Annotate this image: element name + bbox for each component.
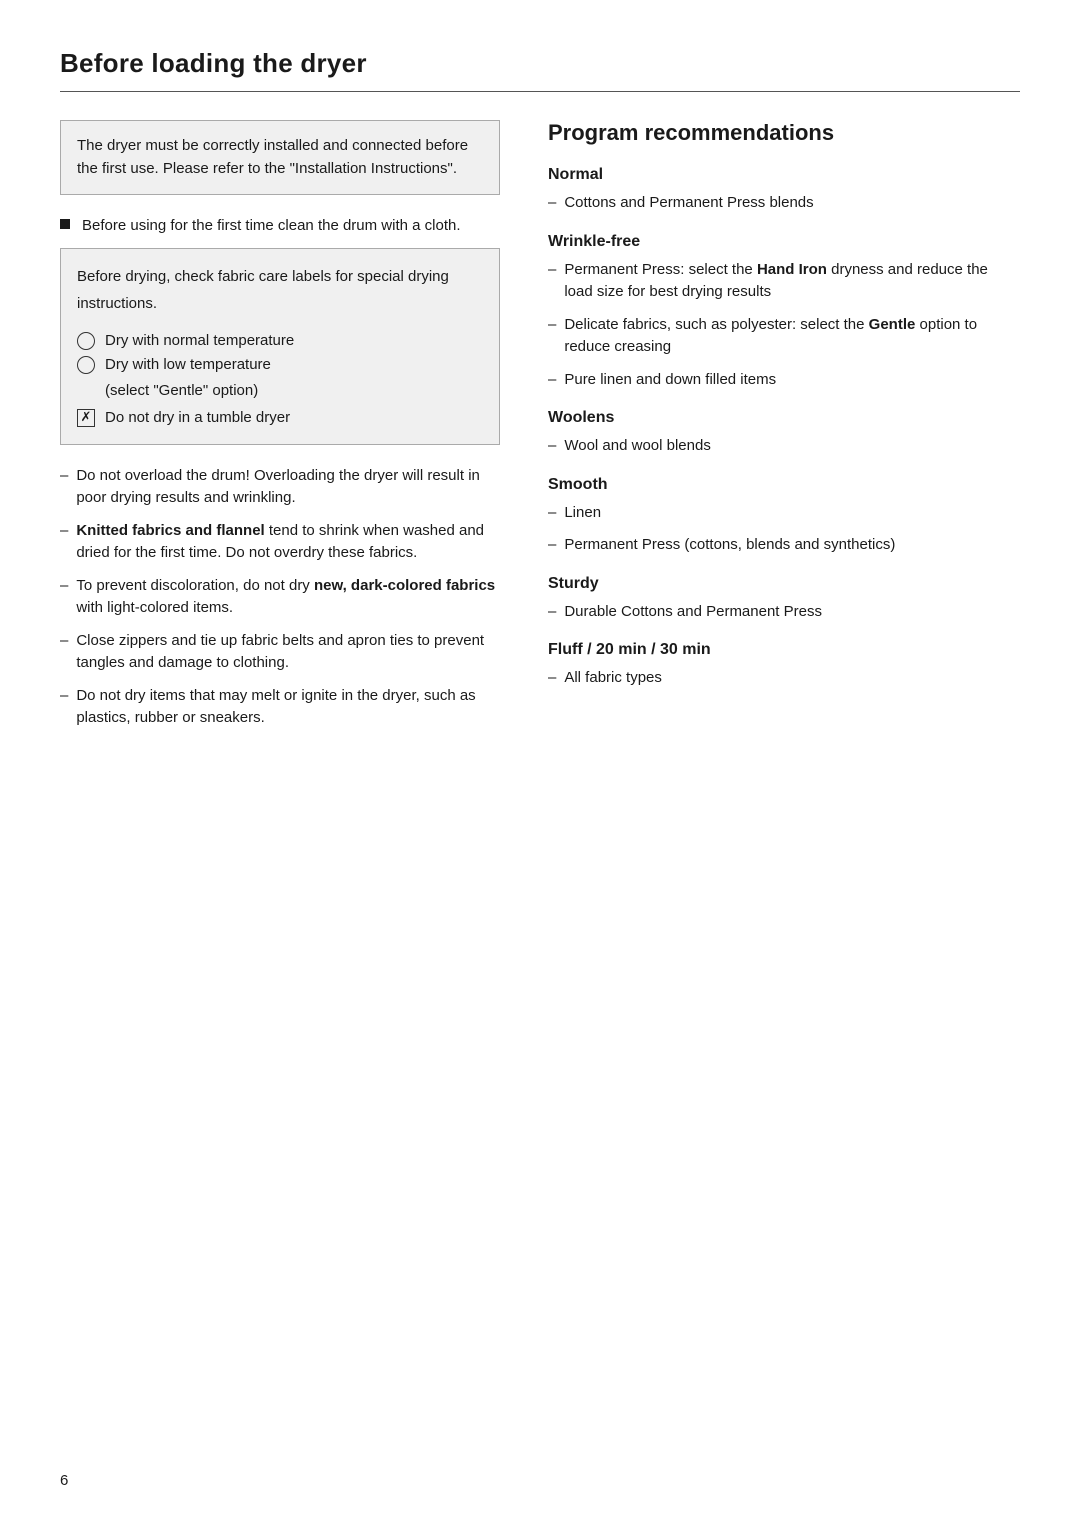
dash-fl1: – — [548, 667, 556, 690]
dash-symbol-2: – — [60, 520, 68, 543]
dash-item-melt: – Do not dry items that may melt or igni… — [60, 685, 500, 730]
dark-fabrics-bold: new, dark-colored fabrics — [314, 577, 495, 594]
dash-symbol-3: – — [60, 575, 68, 598]
program-recommendations-title: Program recommendations — [548, 120, 1020, 146]
dash-n1: – — [548, 192, 556, 215]
fabric-care-intro: Before drying, check fabric care labels … — [77, 263, 483, 317]
section-heading-wrinkle-free: Wrinkle-free — [548, 233, 1020, 251]
fluff-item-1: – All fabric types — [548, 667, 1020, 690]
fabric-icon-row-1: Dry with normal temperature — [77, 329, 483, 353]
installation-info-text: The dryer must be correctly installed an… — [77, 137, 468, 177]
dash-st1: – — [548, 601, 556, 624]
wrinkle-item-2-text: Delicate fabrics, such as polyester: sel… — [564, 314, 1020, 359]
section-heading-fluff: Fluff / 20 min / 30 min — [548, 641, 1020, 659]
section-heading-sturdy: Sturdy — [548, 575, 1020, 593]
installation-info-box: The dryer must be correctly installed an… — [60, 120, 500, 195]
gentle-bold: Gentle — [869, 316, 916, 333]
dash-item-melt-text: Do not dry items that may melt or ignite… — [76, 685, 500, 730]
wrinkle-item-3: – Pure linen and down filled items — [548, 369, 1020, 392]
no-tumble-icon: ✗ — [77, 409, 95, 427]
sturdy-item-1: – Durable Cottons and Permanent Press — [548, 601, 1020, 624]
page-number: 6 — [60, 1472, 68, 1489]
wrinkle-item-2: – Delicate fabrics, such as polyester: s… — [548, 314, 1020, 359]
section-heading-normal: Normal — [548, 166, 1020, 184]
left-column: The dryer must be correctly installed an… — [60, 120, 500, 740]
section-heading-woolens: Woolens — [548, 409, 1020, 427]
fabric-icon1-text: Dry with normal temperature — [105, 329, 294, 353]
dash-symbol: – — [60, 465, 68, 488]
fabric-icon2-text: Dry with low temperature — [105, 353, 271, 377]
wrinkle-item-3-text: Pure linen and down filled items — [564, 369, 1020, 392]
normal-temp-icon — [77, 332, 95, 350]
dash-item-discoloration-text: To prevent discoloration, do not dry new… — [76, 575, 500, 620]
dash-item-zippers-text: Close zippers and tie up fabric belts an… — [76, 630, 500, 675]
section-heading-smooth: Smooth — [548, 476, 1020, 494]
smooth-item-2: – Permanent Press (cottons, blends and s… — [548, 534, 1020, 557]
wrinkle-item-1-text: Permanent Press: select the Hand Iron dr… — [564, 259, 1020, 304]
smooth-item-1-text: Linen — [564, 502, 1020, 525]
sturdy-item-1-text: Durable Cottons and Permanent Press — [564, 601, 1020, 624]
fabric-icon-row-2: Dry with low temperature — [77, 353, 483, 377]
wrinkle-item-1: – Permanent Press: select the Hand Iron … — [548, 259, 1020, 304]
normal-item-1: – Cottons and Permanent Press blends — [548, 192, 1020, 215]
woolens-item-1: – Wool and wool blends — [548, 435, 1020, 458]
bullet-item-text: Before using for the first time clean th… — [82, 215, 461, 238]
fabric-icon2-sub-row: (select "Gentle" option) — [77, 377, 483, 404]
dash-w3: – — [548, 369, 556, 392]
hand-iron-bold: Hand Iron — [757, 261, 827, 278]
fabric-icon3-text: Do not dry in a tumble dryer — [105, 406, 290, 430]
dash-symbol-4: – — [60, 630, 68, 653]
fabric-care-box: Before drying, check fabric care labels … — [60, 248, 500, 445]
dash-w1: – — [548, 259, 556, 282]
bullet-square-icon — [60, 219, 70, 229]
dash-item-discoloration: – To prevent discoloration, do not dry n… — [60, 575, 500, 620]
woolens-item-1-text: Wool and wool blends — [564, 435, 1020, 458]
fabric-icon2-sub-text: (select "Gentle" option) — [105, 382, 258, 399]
dash-item-overload: – Do not overload the drum! Overloading … — [60, 465, 500, 510]
top-divider — [60, 91, 1020, 92]
low-temp-icon — [77, 356, 95, 374]
knitted-bold: Knitted fabrics and flannel — [76, 522, 264, 539]
smooth-item-2-text: Permanent Press (cottons, blends and syn… — [564, 534, 1020, 557]
dash-sm2: – — [548, 534, 556, 557]
right-column: Program recommendations Normal – Cottons… — [548, 120, 1020, 700]
dash-item-knitted-text: Knitted fabrics and flannel tend to shri… — [76, 520, 500, 565]
dash-sm1: – — [548, 502, 556, 525]
dash-symbol-5: – — [60, 685, 68, 708]
dash-wo1: – — [548, 435, 556, 458]
fluff-item-1-text: All fabric types — [564, 667, 1020, 690]
main-layout: The dryer must be correctly installed an… — [60, 120, 1020, 740]
smooth-item-1: – Linen — [548, 502, 1020, 525]
fabric-care-intro-text: Before drying, check fabric care labels … — [77, 268, 449, 312]
dash-w2: – — [548, 314, 556, 337]
page-title: Before loading the dryer — [60, 48, 1020, 79]
fabric-icon-row-3: ✗ Do not dry in a tumble dryer — [77, 406, 483, 430]
bullet-item-clean-drum: Before using for the first time clean th… — [60, 215, 500, 238]
dash-item-zippers: – Close zippers and tie up fabric belts … — [60, 630, 500, 675]
dash-item-overload-text: Do not overload the drum! Overloading th… — [76, 465, 500, 510]
dash-item-knitted: – Knitted fabrics and flannel tend to sh… — [60, 520, 500, 565]
normal-item-1-text: Cottons and Permanent Press blends — [564, 192, 1020, 215]
